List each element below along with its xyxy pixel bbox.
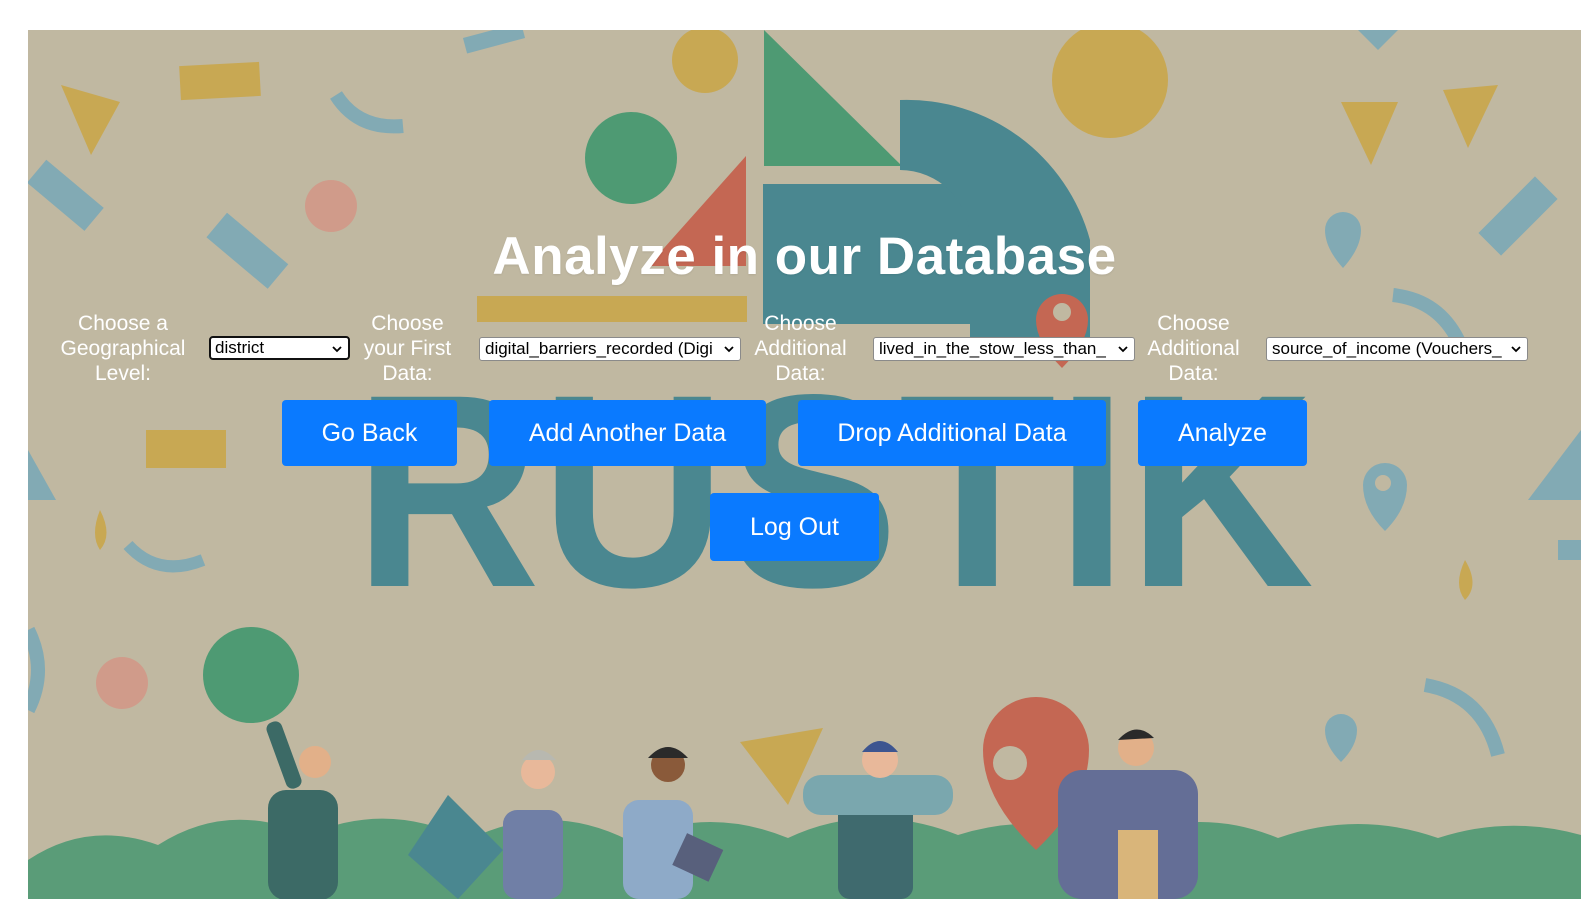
first-data-value: digital_barriers_recorded (Digi	[485, 339, 713, 358]
gold-circle-shape	[1052, 30, 1168, 138]
additional-data-1-value: lived_in_the_stow_less_than_	[879, 339, 1106, 358]
go-back-button[interactable]: Go Back	[282, 400, 457, 466]
additional-data-2-label: Choose Additional Data:	[1147, 312, 1240, 385]
drop-additional-data-button[interactable]: Drop Additional Data	[798, 400, 1106, 466]
additional-data-2-value: source_of_income (Vouchers_	[1272, 339, 1502, 358]
geo-level-value: district	[215, 338, 265, 357]
gold-bar-shape	[477, 296, 747, 322]
additional-data-1-select[interactable]: lived_in_the_stow_less_than_	[873, 337, 1135, 361]
chevron-down-icon	[724, 346, 734, 353]
chevron-down-icon	[1118, 346, 1128, 353]
page-stage: RUSTIK Analyze in our Database Choose a …	[28, 30, 1581, 899]
chevron-down-icon	[332, 346, 342, 353]
analyze-button[interactable]: Analyze	[1138, 400, 1307, 466]
green-triangle-shape	[764, 30, 902, 166]
green-circle-shape	[585, 112, 677, 204]
add-another-data-button[interactable]: Add Another Data	[489, 400, 766, 466]
additional-data-2-select[interactable]: source_of_income (Vouchers_	[1266, 337, 1528, 361]
additional-data-1-label: Choose Additional Data:	[754, 312, 847, 385]
chevron-down-icon	[1511, 346, 1521, 353]
first-data-label: Choose your First Data:	[363, 312, 452, 385]
green-ball-shape	[203, 627, 299, 723]
geo-level-label: Choose a Geographical Level:	[60, 312, 186, 385]
first-data-select[interactable]: digital_barriers_recorded (Digi	[479, 337, 741, 361]
geo-level-select[interactable]: district	[209, 336, 350, 360]
gold-circle-small-shape	[672, 30, 738, 93]
log-out-button[interactable]: Log Out	[710, 493, 879, 561]
page-title: Analyze in our Database	[492, 227, 1117, 286]
